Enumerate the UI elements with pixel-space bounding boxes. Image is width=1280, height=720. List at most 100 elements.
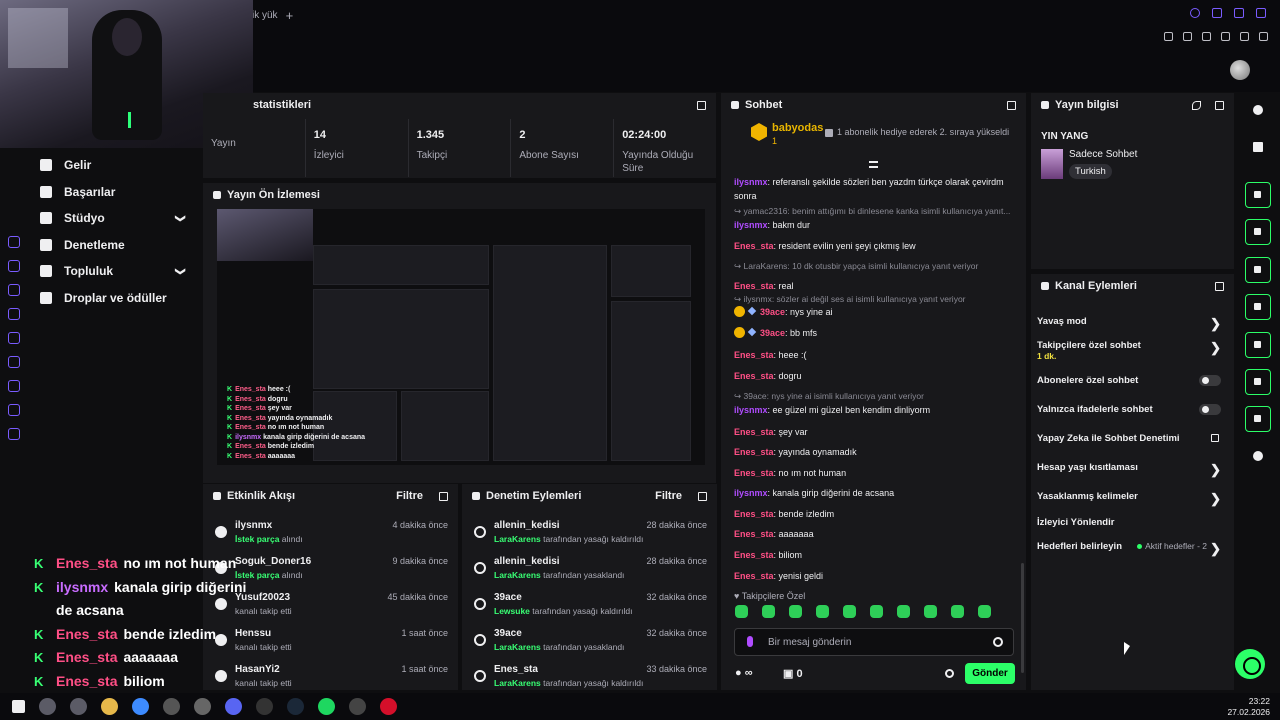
capture-icon[interactable] [1183,32,1192,41]
item-username[interactable]: 39ace [494,628,522,639]
chat-input[interactable]: Bir mesaj gönderin [734,628,1014,656]
chat-username[interactable]: Enes_sta [734,529,774,539]
channel-action-item[interactable]: İzleyici Yönlendir [1037,517,1225,528]
list-item[interactable]: 39ace 32 dakika önce LaraKarens tarafından… [462,624,717,660]
new-tab-button[interactable]: + [286,8,294,23]
nav-item-droplar[interactable]: Droplar ve ödüller [40,291,167,305]
steam-icon[interactable] [287,698,304,715]
chat-username[interactable]: Enes_sta [734,550,774,560]
info-icon[interactable] [1253,105,1263,115]
edit-icon[interactable] [1253,142,1263,152]
chat-username[interactable]: 39ace [760,307,785,317]
emote-icon[interactable] [816,605,829,618]
edit-icon[interactable] [1192,100,1201,110]
nav-item-basarilar[interactable]: Başarılar [40,185,115,199]
broadcast-button[interactable] [1245,332,1271,358]
popout-icon[interactable] [1007,100,1016,110]
layout-button[interactable] [1245,369,1271,395]
chat-username[interactable]: Enes_sta [734,371,774,381]
chat-username[interactable]: Enes_sta [734,468,774,478]
stream-preview-video[interactable]: K Enes_sta heee :( K Enes_sta dogru K Enes_… [217,209,705,465]
clock-icon[interactable] [8,404,20,416]
emote-picker-icon[interactable] [993,637,1003,647]
nav-item-denetleme[interactable]: Denetleme [40,238,125,252]
app-icon[interactable] [194,698,211,715]
explorer-icon[interactable] [101,698,118,715]
browser-icon[interactable] [132,698,149,715]
chat-username[interactable]: ilysnmx [734,220,768,230]
emote-icon[interactable] [951,605,964,618]
popout-icon[interactable] [439,491,448,501]
chevron-right-icon[interactable]: ❯ [1210,316,1221,332]
chevron-right-icon[interactable]: ❯ [1210,491,1221,507]
chat-username[interactable]: 39ace [760,328,785,338]
language-tag[interactable]: Turkish [1069,164,1112,179]
monetization-icon[interactable] [8,308,20,320]
nav-item-studyo[interactable]: Stüdyo ❯ [40,211,186,225]
channel-action-item[interactable]: Yavaş mod ❯ [1037,316,1225,331]
epic-games-icon[interactable] [256,698,273,715]
list-item[interactable]: allenin_kedisi 28 dakika önce LaraKarens t… [462,516,717,552]
channel-action-item[interactable]: Yalnızca ifadelerle sohbet [1037,404,1225,415]
discord-icon[interactable] [225,698,242,715]
extensions-icon[interactable] [8,380,20,392]
pinned-gift-banner[interactable]: babyodas 1 1 abonelik hediye ederek 2. s… [721,119,1026,153]
channel-action-item[interactable]: Yasaklanmış kelimeler ❯ [1037,491,1225,506]
chat-username[interactable]: Enes_sta [734,241,774,251]
item-username[interactable]: allenin_kedisi [494,520,560,531]
chat-username[interactable]: Enes_sta [734,427,774,437]
shield-icon[interactable] [1202,32,1211,41]
settings-icon[interactable] [8,356,20,368]
popout-icon[interactable] [1215,100,1224,110]
category-name[interactable]: Sadece Sohbet [1069,149,1137,160]
pinned-username[interactable]: babyodas [772,122,823,134]
help-button[interactable] [1235,649,1265,679]
play-icon[interactable] [1221,32,1230,41]
chat-scrollbar[interactable] [1021,563,1024,673]
content-icon[interactable] [8,260,20,272]
channel-action-item[interactable]: Takipçilere özel sohbet ❯ 1 dk. [1037,340,1225,361]
chevron-right-icon[interactable]: ❯ [1210,541,1221,557]
chat-username[interactable]: Enes_sta [734,281,774,291]
channel-action-item[interactable]: Hesap yaşı kısıtlaması ❯ [1037,462,1225,477]
unity-icon[interactable] [163,698,180,715]
opera-icon[interactable] [380,698,397,715]
emote-icon[interactable] [978,605,991,618]
emote-icon[interactable] [762,605,775,618]
chevron-right-icon[interactable]: ❯ [1210,340,1221,356]
chevron-down-icon[interactable]: ❯ [175,267,186,275]
item-username[interactable]: 39ace [494,592,522,603]
user-avatar[interactable] [1230,60,1250,80]
popout-icon[interactable] [697,100,706,110]
toggle-switch[interactable] [1199,404,1221,415]
emote-icon[interactable] [870,605,883,618]
emote-icon[interactable] [735,605,748,618]
list-item[interactable]: Enes_sta 33 dakika önce LaraKarens tarafın… [462,660,717,696]
channel-action-item[interactable]: Abonelere özel sohbet [1037,375,1225,386]
channel-points-icon[interactable] [1253,451,1263,461]
list-item[interactable]: 39ace 32 dakika önce Lewsuke tarafından ya… [462,588,717,624]
clip-button[interactable] [1245,182,1271,208]
analytics-icon[interactable] [8,284,20,296]
nav-item-gelir[interactable]: Gelir [40,158,91,172]
close-icon[interactable] [1256,8,1266,18]
chat-username[interactable]: ilysnmx [734,405,768,415]
send-button[interactable]: Gönder [965,663,1015,684]
gear-icon[interactable] [8,428,20,440]
pin-icon[interactable] [1164,32,1173,41]
list-item[interactable]: allenin_kedisi 28 dakika önce LaraKarens t… [462,552,717,588]
emote-icon[interactable] [924,605,937,618]
filter-button[interactable]: Filtre [655,490,682,502]
popout-icon[interactable] [1215,281,1224,291]
chat-button[interactable] [1245,294,1271,320]
minimize-icon[interactable] [1212,8,1222,18]
community-icon[interactable] [8,332,20,344]
gear-icon[interactable] [945,669,954,678]
wrench-button[interactable] [1245,406,1271,432]
item-username[interactable]: Enes_sta [494,664,538,675]
external-link-icon[interactable] [1211,434,1219,442]
nav-item-topluluk[interactable]: Topluluk ❯ [40,264,186,278]
notes-button[interactable] [1245,257,1271,283]
chat-username[interactable]: Enes_sta [734,447,774,457]
chevron-right-icon[interactable]: ❯ [1210,462,1221,478]
